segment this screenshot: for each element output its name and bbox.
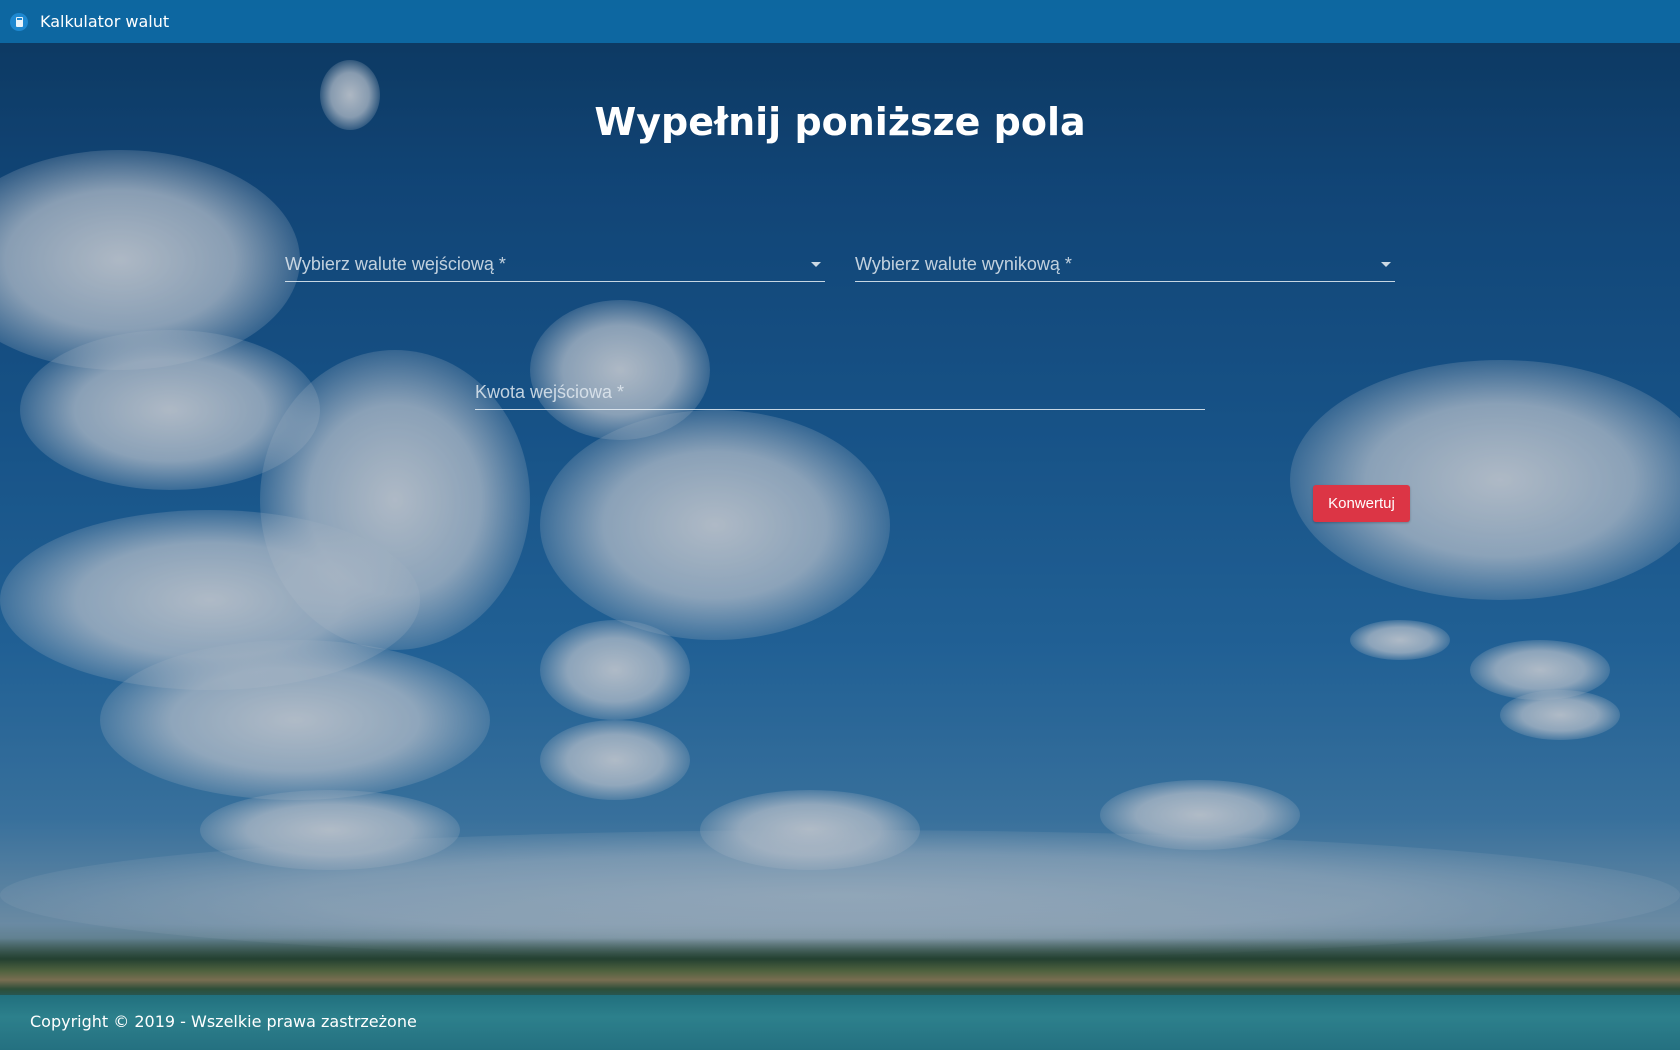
background-cloud: [1100, 780, 1300, 850]
footer-copyright: Copyright © 2019 - Wszelkie prawa zastrz…: [30, 1012, 417, 1031]
source-currency-label: Wybierz walute wejściową *: [285, 254, 506, 274]
background-cloud: [540, 720, 690, 800]
background-cloud: [1500, 690, 1620, 740]
title-bar: Kalkulator walut: [0, 0, 1680, 43]
background-cloud: [700, 790, 920, 870]
background-cloud: [540, 410, 890, 640]
background-cloud: [1350, 620, 1450, 660]
page-title: Wypełnij poniższe pola: [594, 100, 1086, 144]
calculator-icon: [10, 12, 28, 31]
target-currency-select[interactable]: Wybierz walute wynikową *: [855, 240, 1395, 282]
background-cloud: [0, 830, 1680, 960]
chevron-down-icon[interactable]: [1381, 262, 1391, 267]
background-cloud: [20, 330, 320, 490]
amount-label: Kwota wejściowa *: [475, 382, 625, 402]
background-cloud: [1470, 640, 1610, 700]
background-overlay: [0, 0, 1680, 1050]
background-cloud: [540, 620, 690, 720]
window-title: Kalkulator walut: [40, 12, 170, 31]
background-hills: [0, 938, 1680, 998]
background-cloud: [0, 510, 420, 690]
background-cloud: [200, 790, 460, 870]
background-cloud: [0, 150, 300, 370]
amount-input[interactable]: Kwota wejściowa *: [475, 368, 1205, 410]
convert-button[interactable]: Konwertuj: [1313, 485, 1410, 522]
background-cloud: [1290, 360, 1680, 600]
chevron-down-icon[interactable]: [811, 262, 821, 267]
source-currency-select[interactable]: Wybierz walute wejściową *: [285, 240, 825, 282]
target-currency-label: Wybierz walute wynikową *: [855, 254, 1072, 274]
app-window: Kalkulator walut Wypełnij poniższe pola …: [0, 0, 1680, 1050]
background-cloud: [100, 640, 490, 800]
